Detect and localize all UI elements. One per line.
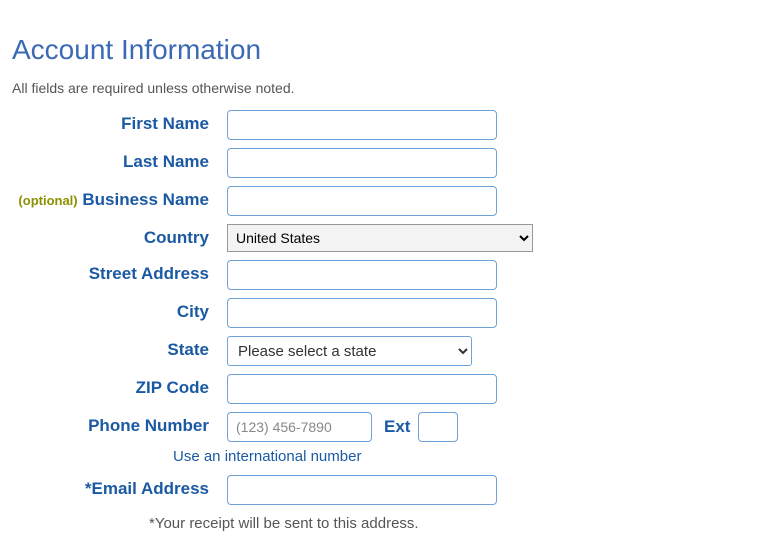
label-street-address: Street Address	[12, 260, 227, 284]
city-field[interactable]	[227, 298, 497, 328]
account-form: First Name Last Name (optional) Business…	[12, 110, 572, 532]
intl-number-link[interactable]: Use an international number	[173, 448, 361, 465]
page-title: Account Information	[12, 34, 758, 66]
state-select[interactable]: Please select a state	[227, 336, 472, 366]
label-state: State	[12, 336, 227, 360]
label-city: City	[12, 298, 227, 322]
country-select[interactable]: United States	[227, 224, 533, 252]
business-name-text: Business Name	[82, 190, 209, 209]
label-email: *Email Address	[12, 475, 227, 499]
email-field[interactable]	[227, 475, 497, 505]
label-ext: Ext	[378, 417, 412, 437]
business-name-field[interactable]	[227, 186, 497, 216]
label-country: Country	[12, 224, 227, 248]
label-business-name: (optional) Business Name	[12, 186, 227, 210]
street-address-field[interactable]	[227, 260, 497, 290]
first-name-field[interactable]	[227, 110, 497, 140]
ext-field[interactable]	[418, 412, 458, 442]
label-first-name: First Name	[12, 110, 227, 134]
label-zip: ZIP Code	[12, 374, 227, 398]
label-phone: Phone Number	[12, 412, 227, 436]
optional-tag: (optional)	[18, 193, 77, 208]
phone-field[interactable]	[227, 412, 372, 442]
label-last-name: Last Name	[12, 148, 227, 172]
zip-field[interactable]	[227, 374, 497, 404]
required-note: All fields are required unless otherwise…	[12, 80, 758, 96]
last-name-field[interactable]	[227, 148, 497, 178]
email-receipt-note: *Your receipt will be sent to this addre…	[149, 515, 419, 532]
